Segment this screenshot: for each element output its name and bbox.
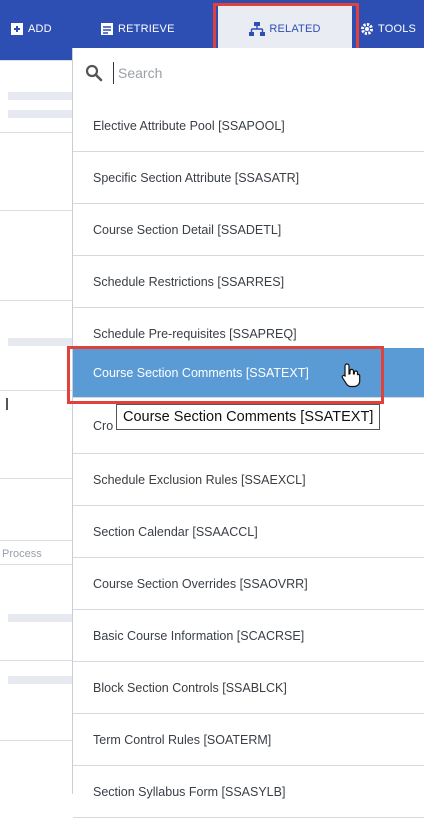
menu-item-soaterm[interactable]: Term Control Rules [SOATERM] [73, 714, 424, 766]
menu-item-ssaexcl[interactable]: Schedule Exclusion Rules [SSAEXCL] [73, 454, 424, 506]
cursor-mark [6, 398, 8, 410]
divider [0, 540, 72, 541]
menu-item-label: Cro [93, 418, 114, 433]
menu-item-ssasylb[interactable]: Section Syllabus Form [SSASYLB] [73, 766, 424, 818]
process-partial-label: Process [2, 548, 42, 560]
menu-item-ssaovrr[interactable]: Course Section Overrides [SSAOVRR] [73, 558, 424, 610]
add-document-icon [10, 22, 24, 36]
hand-pointer-icon [340, 362, 362, 393]
divider [0, 210, 72, 211]
menu-item-ssablck[interactable]: Block Section Controls [SSABLCK] [73, 662, 424, 714]
retrieve-document-icon [100, 22, 114, 36]
menu-item-ssaaccl[interactable]: Section Calendar [SSAACCL] [73, 506, 424, 558]
menu-item-label: Block Section Controls [SSABLCK] [93, 680, 287, 695]
section-band [8, 676, 72, 684]
retrieve-button[interactable]: RETRIEVE [100, 18, 175, 40]
search-row [73, 48, 424, 101]
menu-item-label: Course Section Comments [SSATEXT] [93, 365, 309, 380]
tools-button[interactable]: TOOLS [360, 18, 416, 40]
menu-item-ssarres[interactable]: Schedule Restrictions [SSARRES] [73, 256, 424, 308]
related-label: RELATED [269, 23, 321, 35]
divider [0, 740, 72, 741]
menu-item-label: Term Control Rules [SOATERM] [93, 732, 272, 747]
add-button[interactable]: ADD [10, 18, 52, 40]
divider [0, 660, 72, 661]
menu-item-label: Section Calendar [SSAACCL] [93, 524, 258, 539]
search-icon [85, 64, 103, 87]
divider [0, 300, 72, 301]
menu-item-ssasatr[interactable]: Specific Section Attribute [SSASATR] [73, 152, 424, 204]
menu-item-label: Schedule Pre-requisites [SSAPREQ] [93, 326, 297, 341]
menu-item-label: Course Section Detail [SSADETL] [93, 222, 282, 237]
menu-item-ssatext[interactable]: Course Section Comments [SSATEXT] [73, 348, 424, 398]
section-band [8, 110, 72, 118]
menu-item-scacrse[interactable]: Basic Course Information [SCACRSE] [73, 610, 424, 662]
menu-item-label: Course Section Overrides [SSAOVRR] [93, 576, 308, 591]
tooltip: Course Section Comments [SSATEXT] [116, 404, 381, 430]
section-band [8, 614, 72, 622]
tools-label: TOOLS [378, 23, 417, 35]
section-band [8, 92, 72, 100]
search-input[interactable] [113, 62, 422, 84]
divider [0, 390, 72, 391]
menu-item-ssapool[interactable]: Elective Attribute Pool [SSAPOOL] [73, 100, 424, 152]
menu-item-label: Section Syllabus Form [SSASYLB] [93, 784, 286, 799]
background-form-panel: Process [0, 60, 72, 794]
menu-item-label: Specific Section Attribute [SSASATR] [93, 170, 300, 185]
section-band [8, 338, 72, 346]
menu-item-ssadetl[interactable]: Course Section Detail [SSADETL] [73, 204, 424, 256]
divider [0, 564, 72, 565]
related-button[interactable]: RELATED [218, 6, 352, 52]
menu-item-label: Elective Attribute Pool [SSAPOOL] [93, 118, 285, 133]
menu-item-label: Schedule Restrictions [SSARRES] [93, 274, 285, 289]
related-hierarchy-icon [249, 22, 266, 36]
add-label: ADD [28, 23, 52, 35]
menu-item-label: Schedule Exclusion Rules [SSAEXCL] [93, 472, 306, 487]
divider [0, 478, 72, 479]
gear-icon [360, 22, 374, 36]
menu-item-label: Basic Course Information [SCACRSE] [93, 628, 305, 643]
divider [0, 132, 72, 133]
retrieve-label: RETRIEVE [118, 23, 175, 35]
divider [0, 60, 72, 61]
